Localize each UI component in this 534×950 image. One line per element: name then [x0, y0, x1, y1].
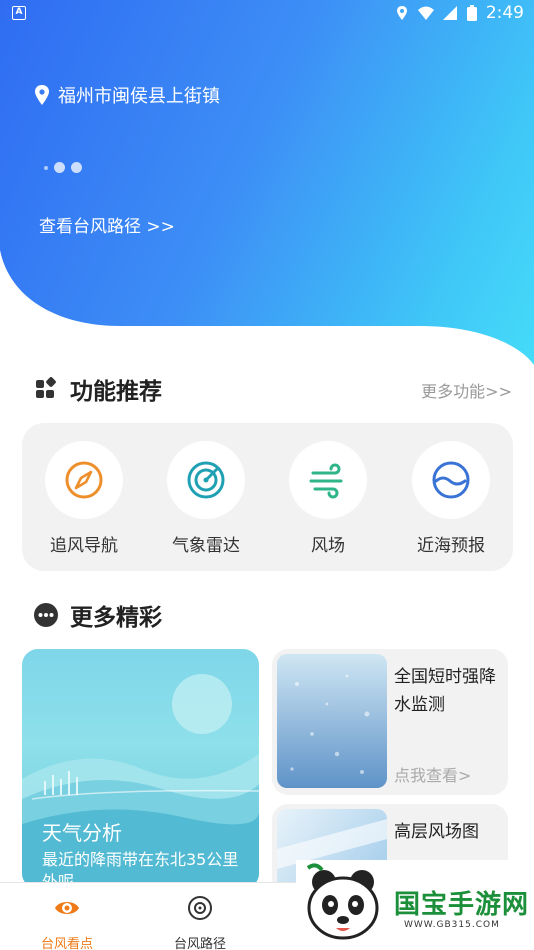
watermark: 国宝手游网 WWW.GB315.COM [296, 860, 534, 950]
carousel-dot [54, 162, 65, 173]
function-label: 追风导航 [50, 536, 118, 556]
typhoon-path-link[interactable]: 查看台风路径 >> [39, 212, 175, 237]
watermark-brand: 国宝手游网 [394, 890, 530, 920]
function-label: 近海预报 [417, 536, 485, 556]
tab-label: 台风路径 [173, 937, 226, 950]
status-bar: A 2:49 [0, 0, 534, 28]
function-item-radar[interactable]: 气象雷达 [156, 441, 256, 556]
app-badge-icon: A [12, 6, 26, 20]
carousel-indicator [44, 162, 82, 173]
rainfall-monitor-title: 全国短时强降水监测 [394, 667, 496, 715]
function-section-title: 功能推荐 [70, 379, 162, 405]
radar-icon [187, 461, 225, 499]
location-pin-icon [35, 85, 49, 105]
wave-icon [432, 461, 470, 499]
grid-apps-icon [36, 377, 56, 398]
header-curve [0, 250, 534, 370]
function-item-wind[interactable]: 风场 [278, 441, 378, 556]
signal-icon [442, 6, 457, 20]
typhoon-icon [188, 896, 212, 920]
carousel-dot [44, 165, 48, 170]
more-section-title: 更多精彩 [70, 605, 162, 631]
wind-icon [309, 463, 343, 499]
battery-icon [466, 5, 477, 21]
function-section-header: 功能推荐 [34, 372, 162, 406]
compass-icon [65, 461, 103, 499]
status-time: 2:49 [485, 3, 524, 23]
more-section-header: 更多精彩 [34, 598, 162, 632]
wifi-icon [417, 6, 434, 20]
panda-logo-icon [306, 863, 379, 940]
function-label: 风场 [311, 536, 345, 556]
function-card: 追风导航 气象雷达 风场 近海预报 [22, 423, 513, 571]
rain-glass-image [277, 654, 387, 788]
carousel-dot [71, 162, 82, 173]
rainfall-monitor-card[interactable]: 全国短时强降水监测 点我查看> [272, 649, 508, 795]
tab-label: 台风看点 [40, 937, 93, 950]
function-label: 气象雷达 [172, 536, 240, 556]
more-dots-icon [34, 603, 58, 627]
weather-analysis-card[interactable]: 天气分析 最近的降雨带在东北35公里外呢 [22, 649, 259, 889]
view-link[interactable]: 点我查看> [394, 762, 471, 786]
tab-typhoon-highlights[interactable]: 台风看点 [22, 893, 112, 950]
function-item-navigation[interactable]: 追风导航 [34, 441, 134, 556]
location-status-icon [396, 6, 407, 20]
more-functions-link[interactable]: 更多功能>> [421, 378, 512, 402]
tab-typhoon-path[interactable]: 台风路径 [155, 893, 245, 950]
watermark-url: WWW.GB315.COM [404, 920, 500, 930]
location-row[interactable]: 福州市闽侯县上街镇 [34, 82, 220, 108]
location-text: 福州市闽侯县上街镇 [58, 86, 220, 107]
weather-analysis-title: 天气分析 [42, 821, 122, 845]
upper-wind-title: 高层风场图 [394, 822, 479, 842]
eye-icon [55, 902, 79, 914]
function-item-sea-forecast[interactable]: 近海预报 [401, 441, 501, 556]
